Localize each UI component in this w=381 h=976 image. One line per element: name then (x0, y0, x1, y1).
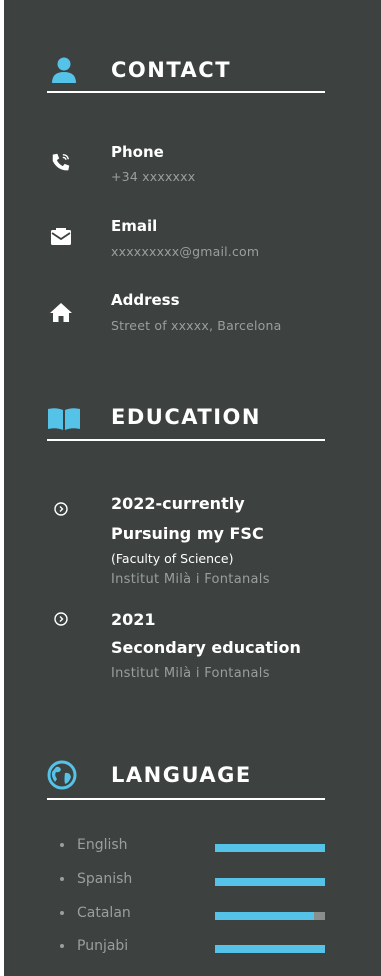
phone-icon (52, 153, 70, 171)
language-level-bar (215, 912, 325, 920)
person-icon (52, 57, 76, 83)
address-value: Street of xxxxx, Barcelona (111, 318, 282, 333)
language-name: Catalan (77, 905, 131, 921)
education-title: EDUCATION (111, 405, 261, 429)
envelope-icon (51, 228, 71, 245)
email-value: xxxxxxxxx@gmail.com (111, 244, 260, 259)
language-item: Punjabi (60, 938, 128, 954)
contact-divider (47, 91, 325, 93)
language-name: Spanish (77, 871, 133, 887)
bullet-icon (60, 843, 64, 847)
language-level-fill (215, 878, 325, 886)
language-level-fill (215, 945, 325, 953)
language-divider (47, 798, 325, 800)
language-item: English (60, 837, 128, 853)
education-year: 2022-currently (111, 494, 245, 513)
language-name: Punjabi (77, 938, 129, 954)
chevron-right-icon (54, 612, 68, 626)
phone-label: Phone (111, 143, 164, 161)
bullet-icon (60, 944, 64, 948)
education-degree: Pursuing my FSC (111, 524, 264, 543)
language-level-fill (215, 844, 325, 852)
education-school: Institut Milà i Fontanals (111, 666, 270, 681)
chevron-right-icon (54, 502, 68, 516)
phone-value: +34 xxxxxxx (111, 169, 196, 184)
education-note: (Faculty of Science) (111, 551, 234, 566)
home-icon (50, 303, 72, 322)
language-title: LANGUAGE (111, 763, 252, 787)
bullet-icon (60, 877, 64, 881)
education-school: Institut Milà i Fontanals (111, 572, 270, 587)
education-divider (47, 439, 325, 441)
contact-title: CONTACT (111, 58, 232, 82)
resume-sidebar (4, 0, 381, 976)
language-item: Catalan (60, 905, 131, 921)
bullet-icon (60, 911, 64, 915)
education-year: 2021 (111, 610, 156, 629)
language-level-fill (215, 912, 314, 920)
email-label: Email (111, 217, 158, 235)
book-icon (48, 408, 80, 430)
language-item: Spanish (60, 871, 132, 887)
language-level-bar (215, 878, 325, 886)
language-level-bar (215, 844, 325, 852)
language-name: English (77, 837, 128, 853)
education-degree: Secondary education (111, 638, 301, 657)
globe-icon (47, 760, 77, 790)
language-level-bar (215, 945, 325, 953)
address-label: Address (111, 291, 180, 309)
